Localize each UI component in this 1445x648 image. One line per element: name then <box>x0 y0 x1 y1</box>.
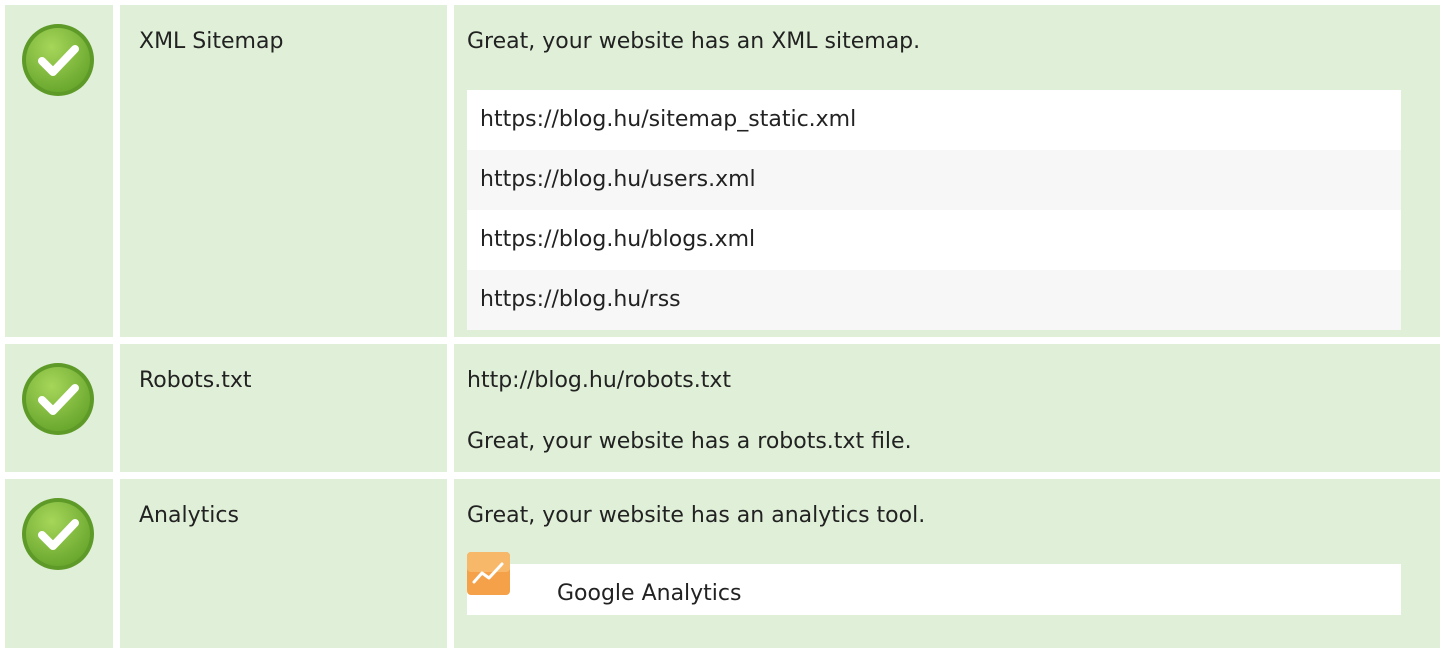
content-cell: http://blog.hu/robots.txt Great, your we… <box>454 344 1440 472</box>
robots-txt-row: Robots.txt http://blog.hu/robots.txt Gre… <box>5 344 1440 472</box>
sitemap-url[interactable]: https://blog.hu/rss <box>467 270 1401 330</box>
label-cell: Robots.txt <box>120 344 447 472</box>
content-cell: Great, your website has an analytics too… <box>454 479 1440 648</box>
xml-sitemap-row: XML Sitemap Great, your website has an X… <box>5 5 1440 337</box>
row-label: Analytics <box>139 503 239 528</box>
google-analytics-icon <box>467 552 510 595</box>
row-label: XML Sitemap <box>139 29 284 54</box>
check-icon <box>22 24 94 96</box>
status-message: Great, your website has a robots.txt fil… <box>467 429 912 454</box>
sitemap-url-list: https://blog.hu/sitemap_static.xml https… <box>467 90 1401 330</box>
sitemap-url[interactable]: https://blog.hu/sitemap_static.xml <box>467 90 1401 150</box>
check-icon <box>22 363 94 435</box>
label-cell: XML Sitemap <box>120 5 447 337</box>
label-cell: Analytics <box>120 479 447 648</box>
status-cell <box>5 344 113 472</box>
row-label: Robots.txt <box>139 368 252 393</box>
analytics-tool-name: Google Analytics <box>557 581 742 606</box>
analytics-tool-item: Google Analytics <box>467 552 1401 615</box>
status-message: Great, your website has an analytics too… <box>467 503 926 528</box>
sitemap-url[interactable]: https://blog.hu/blogs.xml <box>467 210 1401 270</box>
check-icon <box>22 498 94 570</box>
status-cell <box>5 5 113 337</box>
sitemap-url[interactable]: https://blog.hu/users.xml <box>467 150 1401 210</box>
content-cell: Great, your website has an XML sitemap. … <box>454 5 1440 337</box>
robots-url[interactable]: http://blog.hu/robots.txt <box>467 366 731 396</box>
analytics-row: Analytics Great, your website has an ana… <box>5 479 1440 648</box>
status-cell <box>5 479 113 648</box>
status-message: Great, your website has an XML sitemap. <box>467 29 921 54</box>
